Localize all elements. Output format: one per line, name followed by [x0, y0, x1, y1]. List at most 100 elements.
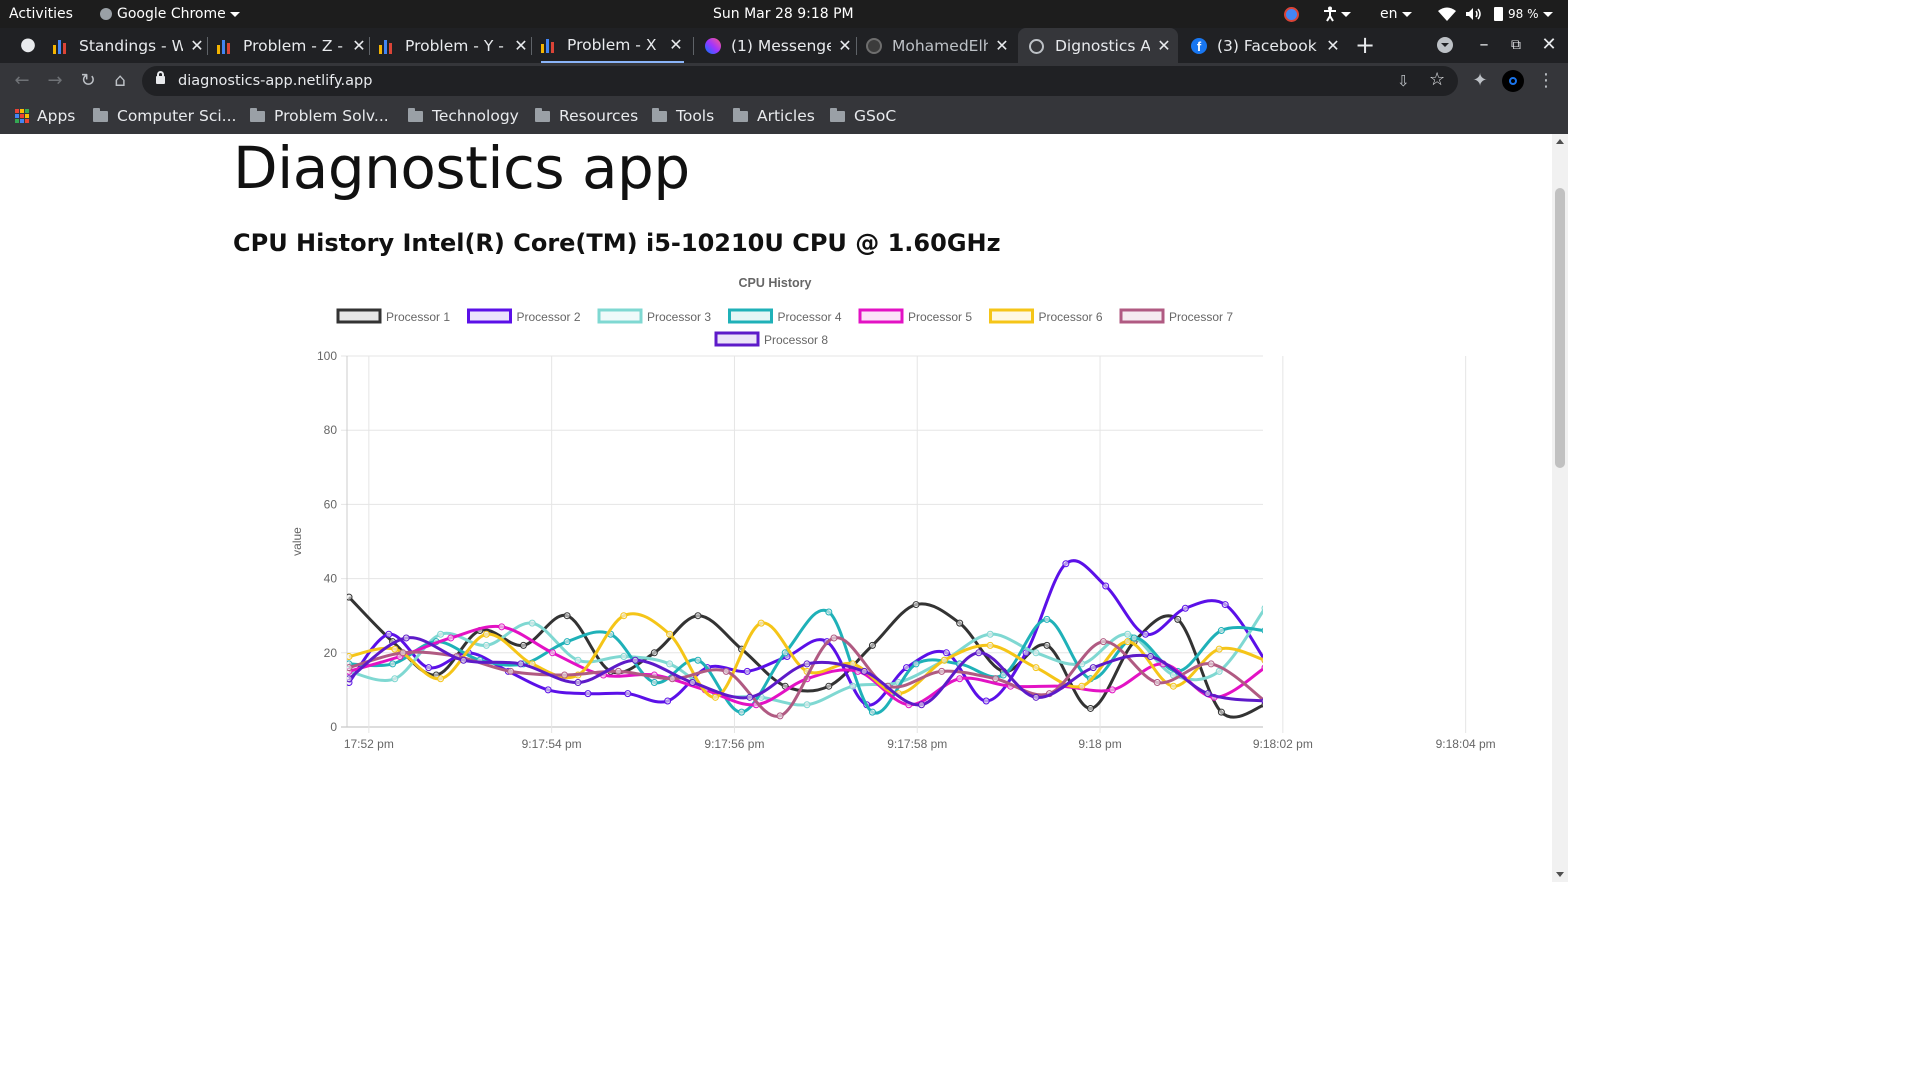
url-text[interactable]: diagnostics-app.netlify.app — [178, 66, 372, 96]
data-point[interactable] — [1124, 630, 1132, 638]
data-point[interactable] — [938, 667, 946, 675]
data-point[interactable] — [1174, 615, 1182, 623]
data-point[interactable] — [975, 649, 983, 657]
data-point[interactable] — [746, 693, 754, 701]
scroll-up-arrow-icon[interactable] — [1556, 139, 1564, 144]
minimize-icon[interactable]: – — [1470, 31, 1498, 59]
data-point[interactable] — [1142, 630, 1150, 638]
data-point[interactable] — [830, 634, 838, 642]
tab-diagnostics[interactable]: Dignostics Ap ✕ — [1018, 28, 1178, 63]
data-point[interactable] — [803, 660, 811, 668]
data-point[interactable] — [650, 678, 658, 686]
wifi-icon[interactable] — [1438, 0, 1456, 28]
data-point[interactable] — [711, 693, 719, 701]
data-point[interactable] — [1153, 678, 1161, 686]
data-point[interactable] — [1062, 560, 1070, 568]
data-point[interactable] — [631, 656, 639, 664]
data-point[interactable] — [825, 608, 833, 616]
bookmark-folder-technology[interactable]: Technology — [408, 100, 519, 132]
data-point[interactable] — [561, 671, 569, 679]
tab-facebook[interactable]: f (3) Facebook ✕ — [1191, 28, 1341, 63]
data-point[interactable] — [1261, 627, 1268, 634]
data-point[interactable] — [1261, 605, 1268, 612]
bookmark-star-icon[interactable]: ☆ — [1429, 69, 1445, 90]
data-point[interactable] — [399, 649, 407, 657]
close-icon[interactable]: ✕ — [668, 35, 684, 54]
back-arrow-icon[interactable]: ← — [8, 67, 36, 95]
data-point[interactable] — [584, 690, 592, 698]
close-icon[interactable]: ✕ — [1156, 36, 1172, 55]
data-point[interactable] — [517, 660, 525, 668]
close-window-icon[interactable]: ✕ — [1535, 31, 1563, 59]
cpu-history-chart[interactable]: CPU History Processor 1 Processor 2 Process… — [0, 134, 1552, 882]
accessibility-icon[interactable] — [1323, 0, 1351, 28]
tab-search-icon[interactable] — [1431, 31, 1459, 59]
data-point[interactable] — [1087, 704, 1095, 712]
data-point[interactable] — [650, 649, 658, 657]
tab-search-circle-icon[interactable]: ● — [14, 31, 42, 59]
data-point[interactable] — [519, 641, 527, 649]
data-point[interactable] — [1078, 682, 1086, 690]
data-point[interactable] — [868, 641, 876, 649]
data-point[interactable] — [1032, 649, 1040, 657]
data-point[interactable] — [437, 675, 445, 683]
data-point[interactable] — [956, 619, 964, 627]
tab-problem-x[interactable]: Problem - X - ✕ — [541, 28, 684, 63]
data-point[interactable] — [912, 660, 920, 668]
data-point[interactable] — [689, 678, 696, 686]
data-point[interactable] — [1204, 690, 1212, 698]
data-point[interactable] — [1099, 638, 1107, 646]
close-icon[interactable]: ✕ — [189, 36, 205, 55]
data-point[interactable] — [507, 667, 515, 675]
data-point[interactable] — [956, 675, 964, 683]
data-point[interactable] — [849, 682, 857, 690]
data-point[interactable] — [743, 667, 751, 675]
data-point[interactable] — [1043, 615, 1051, 623]
data-point[interactable] — [574, 678, 582, 686]
data-point[interactable] — [1032, 693, 1040, 701]
data-point[interactable] — [1102, 582, 1110, 590]
data-point[interactable] — [549, 649, 557, 657]
forward-arrow-icon[interactable]: → — [41, 67, 69, 95]
close-icon[interactable]: ✕ — [1325, 36, 1341, 55]
bookmark-folder-computer-science[interactable]: Computer Sci... — [93, 100, 236, 132]
address-bar[interactable]: diagnostics-app.netlify.app ⇩ ☆ — [142, 66, 1458, 96]
data-point[interactable] — [738, 708, 746, 716]
clock[interactable]: Sun Mar 28 9:18 PM — [713, 0, 854, 28]
bookmark-folder-gsoc[interactable]: GSoC — [830, 100, 896, 132]
data-point[interactable] — [402, 634, 410, 642]
activities-button[interactable]: Activities — [9, 0, 73, 28]
data-point[interactable] — [1124, 638, 1132, 646]
menu-kebab-icon[interactable]: ⋮ — [1532, 67, 1560, 95]
volume-icon[interactable] — [1465, 0, 1483, 28]
data-point[interactable] — [447, 634, 455, 642]
chrome-notification-icon[interactable] — [1284, 0, 1299, 28]
profile-avatar-icon[interactable] — [1499, 67, 1527, 95]
data-point[interactable] — [1217, 627, 1225, 635]
data-point[interactable] — [666, 660, 674, 668]
extensions-puzzle-icon[interactable]: ✦ — [1466, 67, 1494, 95]
data-point[interactable] — [1089, 664, 1097, 672]
data-point[interactable] — [942, 649, 950, 657]
data-point[interactable] — [1169, 682, 1177, 690]
data-point[interactable] — [664, 697, 672, 705]
data-point[interactable] — [620, 612, 628, 620]
data-point[interactable] — [614, 667, 622, 675]
data-point[interactable] — [722, 667, 730, 675]
data-point[interactable] — [624, 690, 632, 698]
data-point[interactable] — [389, 660, 397, 668]
tab-github[interactable]: MohamedElh ✕ — [866, 28, 1010, 63]
reload-icon[interactable]: ↻ — [74, 67, 102, 95]
data-point[interactable] — [1217, 708, 1225, 716]
scroll-down-arrow-icon[interactable] — [1556, 872, 1564, 877]
data-point[interactable] — [868, 708, 876, 716]
data-point[interactable] — [803, 701, 811, 709]
scrollbar-thumb[interactable] — [1555, 188, 1565, 468]
data-point[interactable] — [986, 641, 994, 649]
data-point[interactable] — [982, 697, 990, 705]
data-point[interactable] — [1108, 686, 1116, 694]
bookmark-folder-articles[interactable]: Articles — [733, 100, 815, 132]
data-point[interactable] — [912, 601, 920, 609]
data-point[interactable] — [437, 630, 445, 638]
data-point[interactable] — [385, 630, 393, 638]
